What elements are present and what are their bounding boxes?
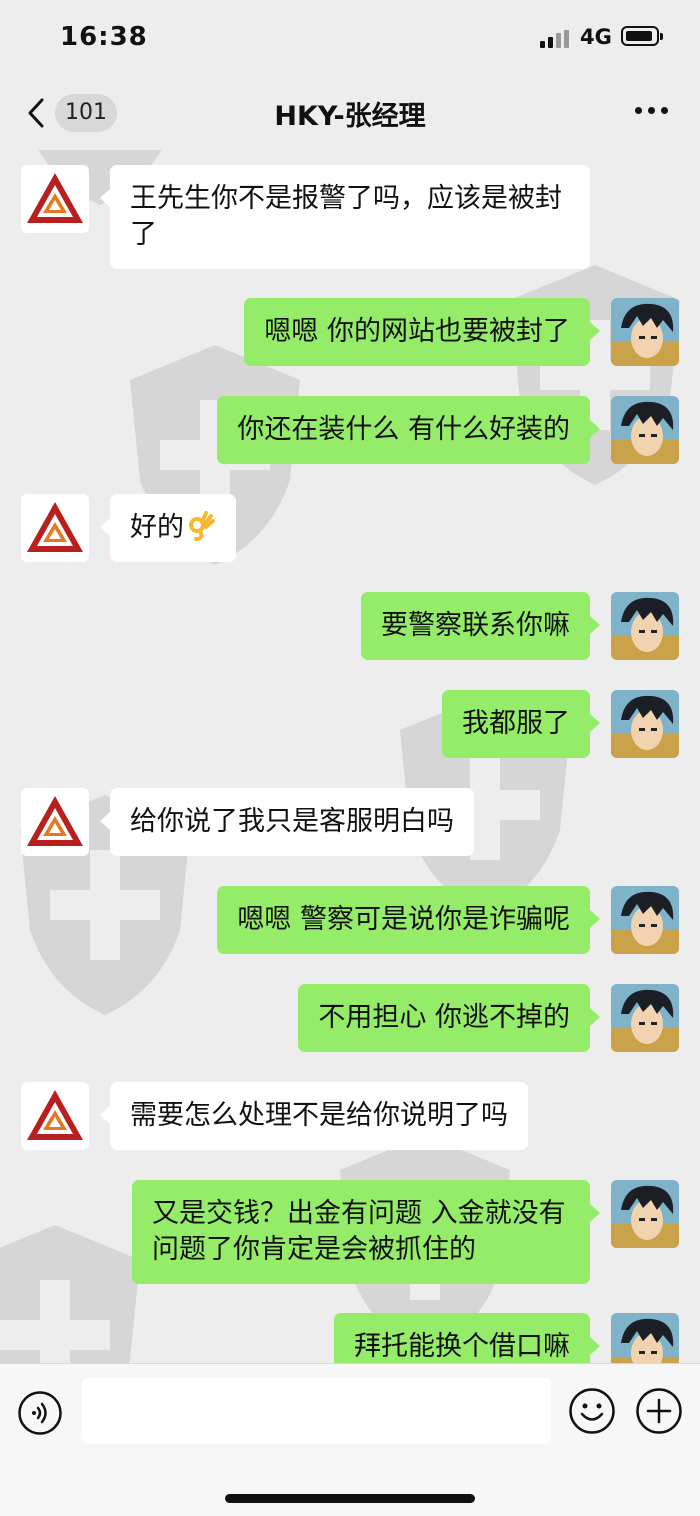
ok-hand-emoji-icon bbox=[189, 511, 215, 541]
message-bubble[interactable]: 拜托能换个借口嘛 bbox=[334, 1313, 600, 1363]
emoji-icon[interactable] bbox=[568, 1387, 616, 1435]
chat-message-list[interactable]: 王先生你不是报警了吗，应该是被封了 嗯嗯 你的网站也要被封了 你还在装什么 有什… bbox=[0, 150, 700, 1363]
network-type: 4G bbox=[580, 25, 612, 49]
contact-avatar[interactable] bbox=[21, 788, 89, 856]
message-bubble[interactable]: 嗯嗯 警察可是说你是诈骗呢 bbox=[217, 886, 600, 954]
contact-avatar[interactable] bbox=[21, 1082, 89, 1150]
signal-strength-icon bbox=[540, 30, 572, 48]
message-bubble[interactable]: 好的 bbox=[100, 494, 236, 562]
user-avatar[interactable] bbox=[611, 592, 679, 660]
plus-icon[interactable] bbox=[635, 1387, 683, 1435]
contact-avatar[interactable] bbox=[21, 494, 89, 562]
status-time: 16:38 bbox=[60, 22, 148, 52]
contact-avatar[interactable] bbox=[21, 165, 89, 233]
home-indicator[interactable] bbox=[225, 1494, 475, 1503]
back-arrow-icon[interactable] bbox=[24, 96, 54, 130]
user-avatar[interactable] bbox=[611, 1180, 679, 1248]
message-bubble[interactable]: 你还在装什么 有什么好装的 bbox=[217, 396, 600, 464]
message-bubble[interactable]: 给你说了我只是客服明白吗 bbox=[100, 788, 474, 856]
message-bubble[interactable]: 又是交钱？出金有问题 入金就没有问题了你肯定是会被抓住的 bbox=[132, 1180, 600, 1284]
user-avatar[interactable] bbox=[611, 396, 679, 464]
more-options-icon[interactable] bbox=[635, 107, 669, 117]
message-input-bar bbox=[0, 1363, 700, 1516]
user-avatar[interactable] bbox=[611, 984, 679, 1052]
voice-input-icon[interactable] bbox=[17, 1390, 63, 1436]
message-text: 好的 bbox=[130, 512, 184, 543]
watermark-shield-icon bbox=[0, 1225, 140, 1363]
message-bubble[interactable]: 不用担心 你逃不掉的 bbox=[298, 984, 600, 1052]
chat-header: 101 HKY-张经理 bbox=[0, 78, 700, 150]
message-bubble[interactable]: 王先生你不是报警了吗，应该是被封了 bbox=[100, 165, 590, 269]
message-bubble[interactable]: 我都服了 bbox=[442, 690, 600, 758]
message-input[interactable] bbox=[82, 1378, 551, 1444]
user-avatar[interactable] bbox=[611, 298, 679, 366]
chat-title: HKY-张经理 bbox=[274, 101, 426, 132]
message-bubble[interactable]: 需要怎么处理不是给你说明了吗 bbox=[100, 1082, 528, 1150]
user-avatar[interactable] bbox=[611, 1313, 679, 1363]
unread-count-badge[interactable]: 101 bbox=[55, 94, 117, 132]
message-bubble[interactable]: 要警察联系你嘛 bbox=[361, 592, 600, 660]
battery-icon bbox=[621, 26, 663, 46]
message-bubble[interactable]: 嗯嗯 你的网站也要被封了 bbox=[244, 298, 600, 366]
status-bar: 16:38 4G bbox=[0, 0, 700, 78]
user-avatar[interactable] bbox=[611, 690, 679, 758]
user-avatar[interactable] bbox=[611, 886, 679, 954]
